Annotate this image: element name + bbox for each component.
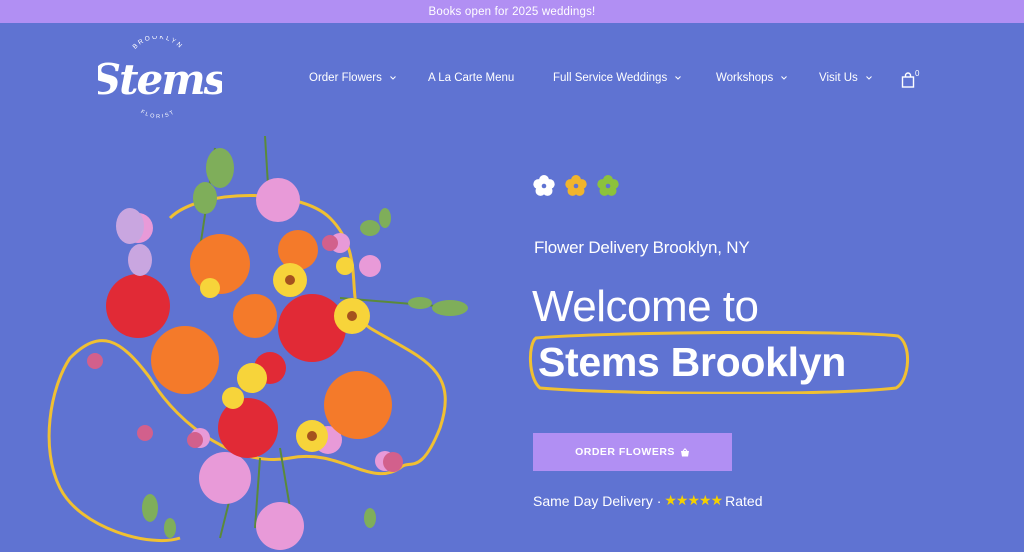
hero-brand-wrap: Stems Brooklyn xyxy=(526,330,910,394)
announcement-bar: Books open for 2025 weddings! xyxy=(0,0,1024,23)
star-rating: ★★★★★ xyxy=(664,492,723,508)
main-nav: Order Flowers A La Carte Menu Full Servi… xyxy=(0,72,1024,90)
shopping-bag-icon xyxy=(901,72,915,88)
rated-suffix: Rated xyxy=(725,492,763,509)
order-flowers-button[interactable]: ORDER FLOWERS xyxy=(533,433,732,471)
svg-text:BROOKLYN: BROOKLYN xyxy=(132,36,185,51)
rating-line: Same Day Delivery · ★★★★★ Rated xyxy=(533,492,763,509)
hero-subheading: Flower Delivery Brooklyn, NY xyxy=(534,238,750,257)
rated-prefix: Same Day Delivery · xyxy=(533,492,662,509)
cart-button[interactable]: 0 xyxy=(900,69,926,90)
nav-order-flowers-label: Order Flowers xyxy=(309,72,382,84)
order-flowers-label: ORDER FLOWERS xyxy=(575,446,675,458)
nav-workshops-label: Workshops xyxy=(716,72,774,84)
yellow-flower-icon xyxy=(565,175,587,196)
nav-workshops[interactable]: Workshops xyxy=(716,72,788,84)
nav-full-service-weddings[interactable]: Full Service Weddings xyxy=(553,72,682,84)
nav-order-flowers[interactable]: Order Flowers xyxy=(309,72,397,84)
basket-icon xyxy=(680,447,690,457)
nav-visit-us[interactable]: Visit Us xyxy=(819,72,873,84)
cart-count: 0 xyxy=(915,69,920,78)
announcement-text: Books open for 2025 weddings! xyxy=(428,5,596,18)
hero-brand: Stems Brooklyn xyxy=(538,339,846,385)
chevron-down-icon xyxy=(865,74,873,82)
decorative-flowers xyxy=(531,172,623,200)
hero-welcome: Welcome to xyxy=(532,282,759,331)
nav-a-la-carte-label: A La Carte Menu xyxy=(428,72,515,84)
nav-a-la-carte[interactable]: A La Carte Menu xyxy=(428,72,514,84)
svg-text:FLORIST: FLORIST xyxy=(139,109,176,120)
nav-visit-us-label: Visit Us xyxy=(819,72,858,84)
green-flower-icon xyxy=(597,175,619,196)
chevron-down-icon xyxy=(674,74,682,82)
bouquet-image xyxy=(40,128,490,552)
nav-weddings-label: Full Service Weddings xyxy=(553,72,668,84)
chevron-down-icon xyxy=(780,74,788,82)
white-flower-icon xyxy=(533,175,555,196)
chevron-down-icon xyxy=(389,74,397,82)
